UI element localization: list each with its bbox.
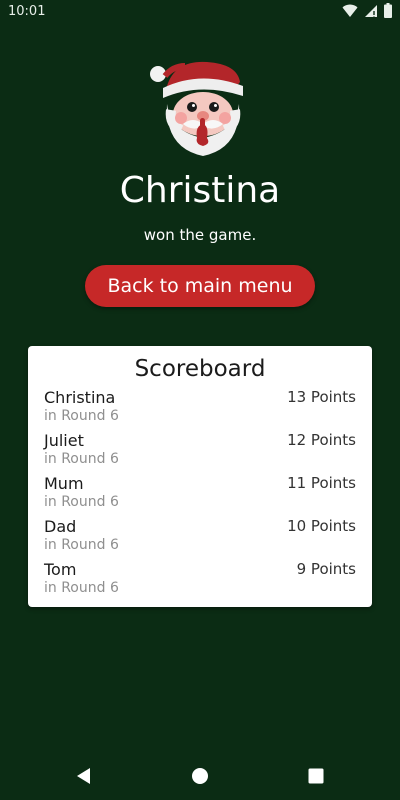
player-name: Christina [44,388,116,407]
scoreboard-card: Scoreboard Christina in Round 6 13 Point… [28,346,372,607]
player-name: Tom [44,560,77,579]
player-round: in Round 6 [44,580,119,596]
player-name: Dad [44,517,77,536]
navigation-bar [0,752,400,800]
scoreboard-title: Scoreboard [134,356,266,382]
battery-icon [384,3,392,18]
player-round: in Round 6 [44,408,119,424]
status-icons [342,3,392,18]
scoreboard-row: Tom in Round 6 9 Points [44,560,356,603]
player-points: 12 Points [287,431,356,449]
player-points: 11 Points [287,474,356,492]
status-bar: 10:01 [0,0,400,24]
signal-icon [364,4,378,18]
home-nav-icon[interactable] [190,766,210,786]
recents-nav-icon[interactable] [306,766,326,786]
scoreboard-row: Christina in Round 6 13 Points [44,388,356,431]
santa-avatar-icon [145,52,255,162]
player-round: in Round 6 [44,537,119,553]
scoreboard-row: Juliet in Round 6 12 Points [44,431,356,474]
scoreboard-row: Dad in Round 6 10 Points [44,517,356,560]
winner-subtitle: won the game. [143,226,257,244]
scoreboard-list: Christina in Round 6 13 Points Juliet in… [44,388,356,603]
player-points: 10 Points [287,517,356,535]
player-name: Mum [44,474,84,493]
scoreboard-row: Mum in Round 6 11 Points [44,474,356,517]
status-time: 10:01 [8,4,46,19]
player-name: Juliet [44,431,84,450]
player-round: in Round 6 [44,494,119,510]
winner-name: Christina [119,170,281,211]
player-round: in Round 6 [44,451,119,467]
player-points: 9 Points [296,560,356,578]
back-to-main-menu-button[interactable]: Back to main menu [85,265,315,307]
player-points: 13 Points [287,388,356,406]
back-nav-icon[interactable] [74,766,94,786]
wifi-icon [342,4,358,18]
